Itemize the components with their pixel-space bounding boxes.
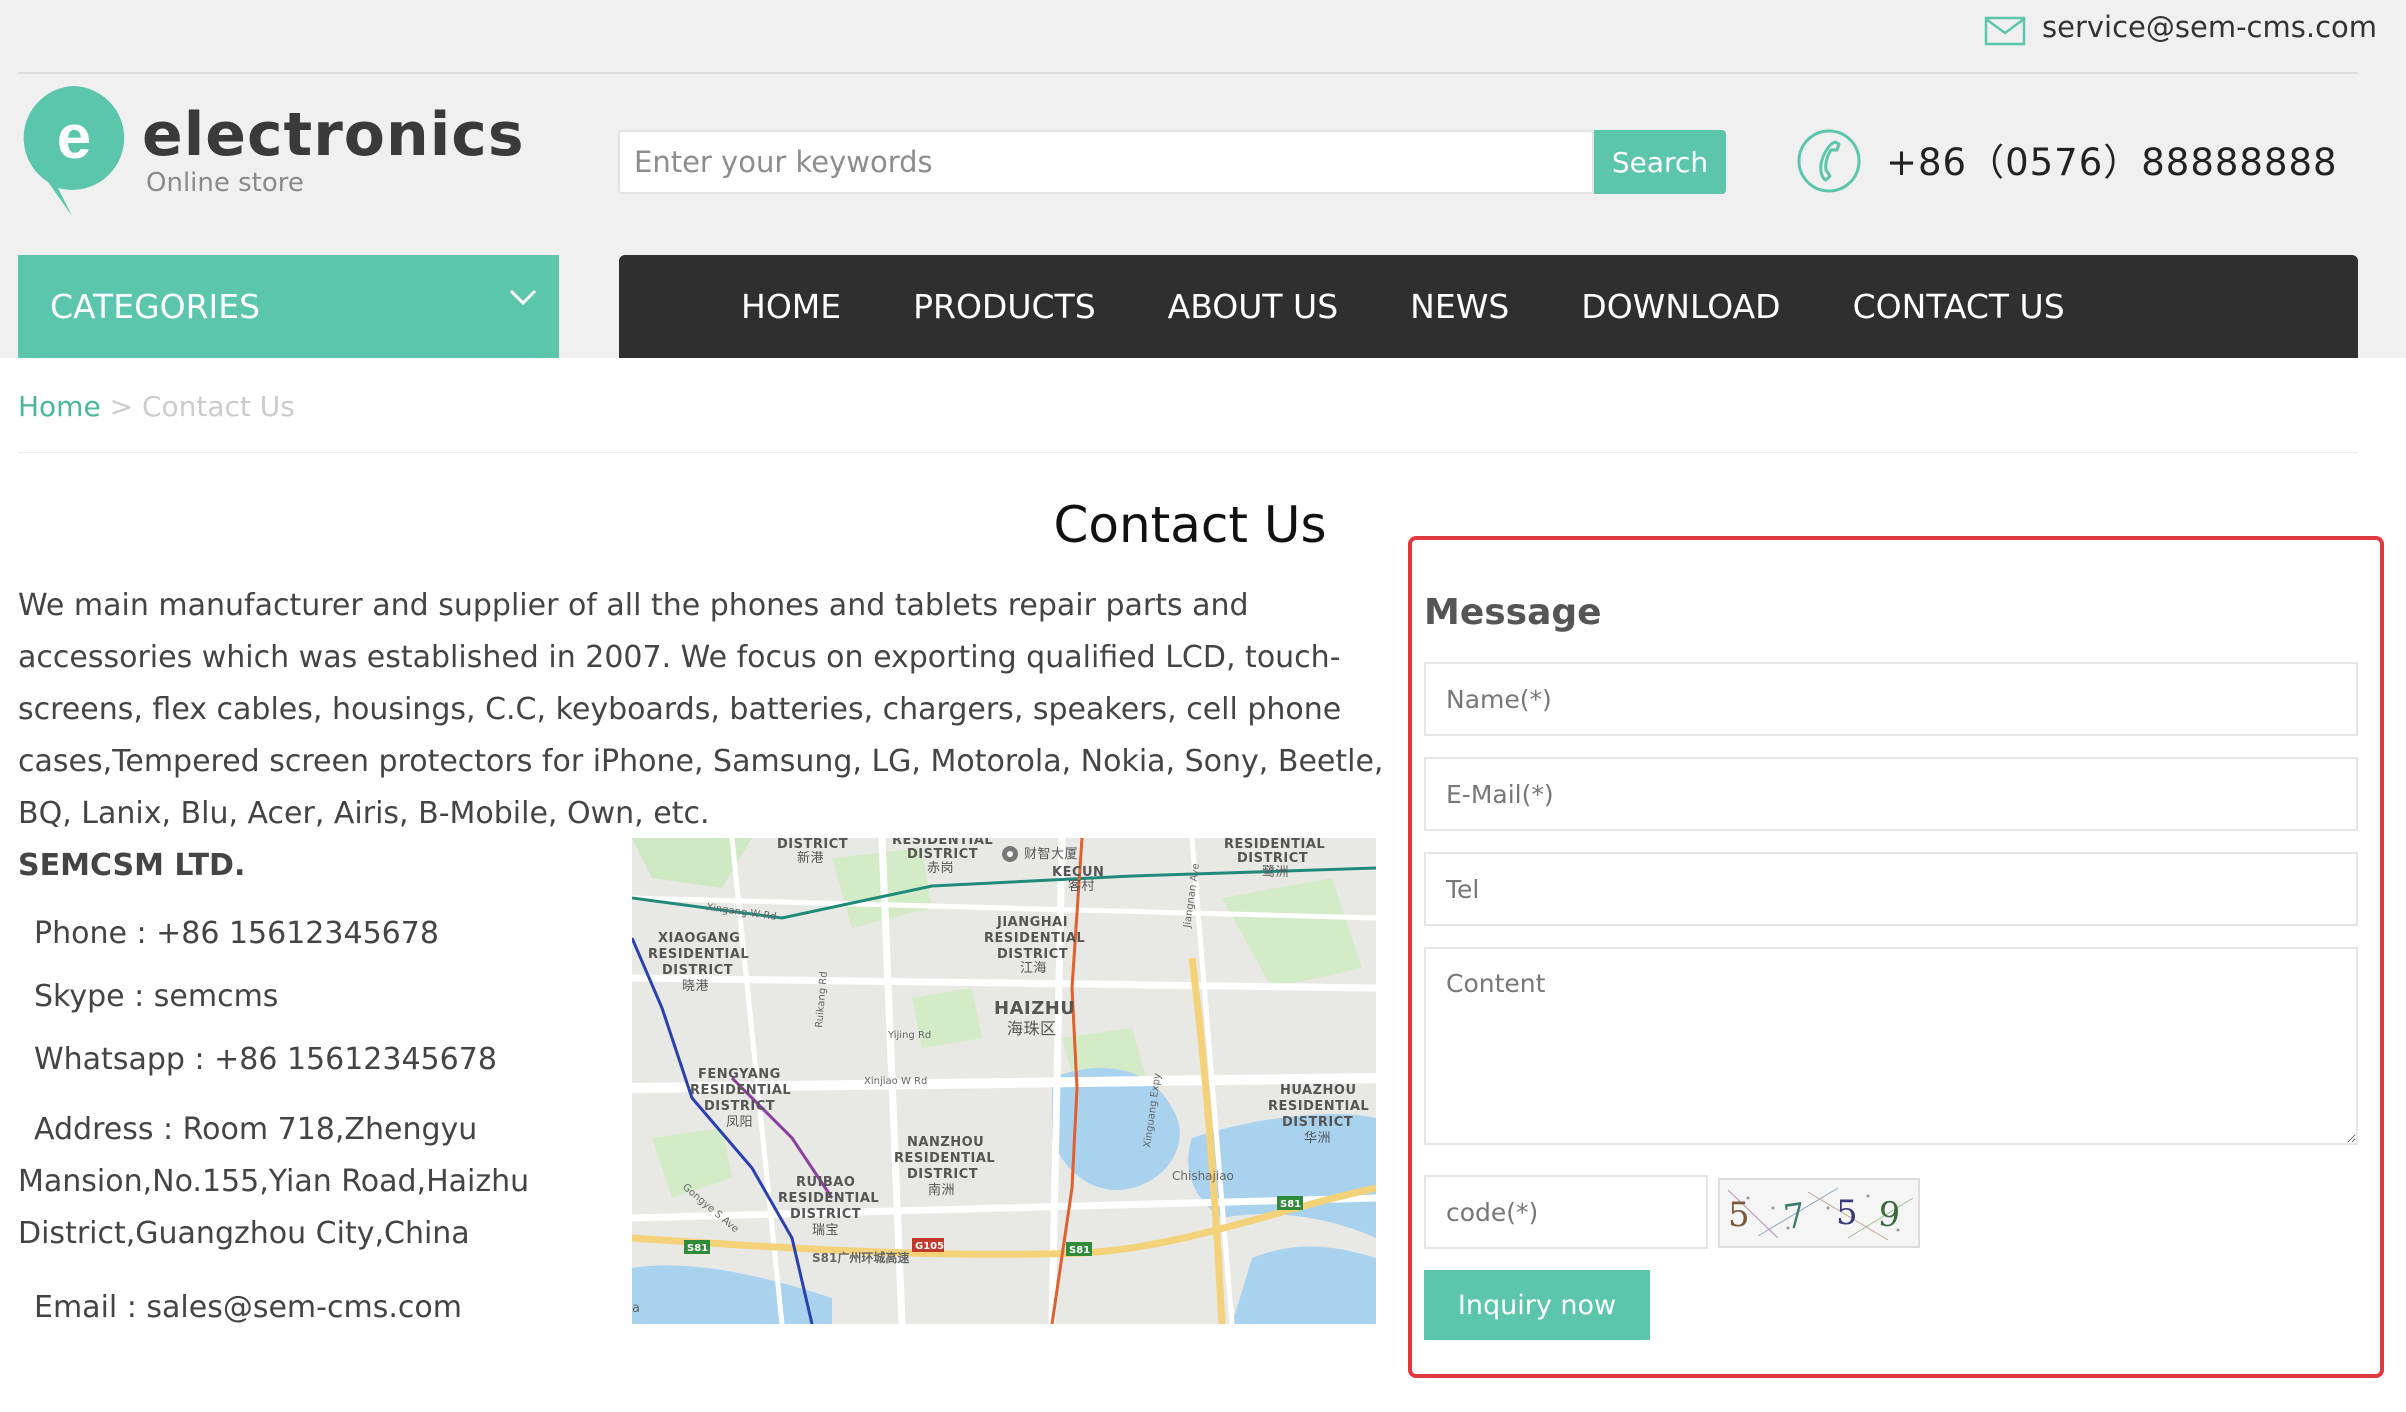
map-label: KECUN	[1052, 865, 1104, 880]
phone-icon	[1797, 129, 1861, 193]
nav-products[interactable]: PRODUCTS	[913, 287, 1096, 326]
name-field[interactable]	[1424, 662, 2358, 736]
map-label: DISTRICT	[907, 847, 978, 862]
captcha-code-field[interactable]	[1424, 1175, 1708, 1249]
map-label: DISTRICT	[997, 947, 1068, 962]
logo-letter: e	[57, 103, 91, 172]
map-label: 客村	[1068, 878, 1095, 894]
map-label: 南洲	[928, 1182, 955, 1198]
email-field[interactable]	[1424, 757, 2358, 831]
company-name: SEMCSM LTD.	[18, 848, 246, 883]
contact-skype: Skype : semcms	[34, 979, 279, 1014]
location-map[interactable]: DISTRICT 新港 RESIDENTIAL DISTRICT 赤岗 财智大厦…	[632, 838, 1376, 1324]
nav-download[interactable]: DOWNLOAD	[1581, 287, 1780, 326]
breadcrumb-divider	[18, 452, 2358, 453]
map-road-label: Chishajiao	[1172, 1169, 1234, 1183]
map-label: RESIDENTIAL	[1268, 1099, 1369, 1114]
map-label: DISTRICT	[907, 1167, 978, 1182]
main-navigation: HOME PRODUCTS ABOUT US NEWS DOWNLOAD CON…	[619, 255, 2358, 358]
logo-icon[interactable]: e	[18, 82, 130, 218]
map-label: RESIDENTIAL	[778, 1191, 879, 1206]
tel-field[interactable]	[1424, 852, 2358, 926]
map-label: 江海	[1020, 961, 1047, 976]
inquiry-submit-button[interactable]: Inquiry now	[1424, 1270, 1650, 1340]
map-label: HUAZHOU	[1280, 1083, 1357, 1098]
categories-label: CATEGORIES	[50, 287, 261, 326]
form-title: Message	[1424, 592, 1602, 633]
map-label: 瑞宝	[812, 1223, 839, 1238]
map-label: RESIDENTIAL	[690, 1083, 791, 1098]
map-road-label: S81广州环城高速	[812, 1250, 909, 1265]
map-label: RUIBAO	[796, 1175, 855, 1190]
map-label: RESIDENTIAL	[648, 947, 749, 962]
map-label: JIANGHAI	[996, 915, 1068, 930]
map-label: 海珠区	[1007, 1019, 1057, 1038]
nav-about-us[interactable]: ABOUT US	[1168, 287, 1339, 326]
top-divider	[18, 72, 2358, 74]
brand-name[interactable]: electronics	[142, 100, 525, 170]
map-label: NANZHOU	[907, 1135, 984, 1150]
highway-shield: S81	[687, 1243, 708, 1254]
header-phone-number: +86（0576）88888888	[1886, 141, 2338, 184]
map-label: RESIDENTIAL	[1224, 838, 1325, 852]
map-label: 凤阳	[726, 1115, 753, 1130]
map-road-label: a	[632, 1301, 640, 1316]
map-label: 华洲	[1304, 1131, 1331, 1146]
map-label: DISTRICT	[704, 1099, 775, 1114]
search-input[interactable]	[618, 130, 1594, 194]
content-field[interactable]	[1424, 947, 2358, 1145]
captcha-digit: 5	[1728, 1195, 1750, 1235]
search-button[interactable]: Search	[1594, 130, 1726, 194]
map-road-label: Xinjiao W Rd	[864, 1076, 927, 1087]
map-label: 赤岗	[927, 861, 954, 876]
breadcrumb-separator: >	[109, 390, 134, 423]
map-label: DISTRICT	[790, 1207, 861, 1222]
map-label: XIAOGANG	[658, 931, 740, 946]
highway-shield: S81	[1280, 1199, 1301, 1210]
contact-address: Address : Room 718,Zhengyu Mansion,No.15…	[18, 1112, 530, 1251]
contact-email: Email : sales@sem-cms.com	[34, 1290, 462, 1325]
map-label: 晓港	[682, 979, 709, 994]
nav-news[interactable]: NEWS	[1410, 287, 1509, 326]
breadcrumb-home-link[interactable]: Home	[18, 390, 101, 423]
contact-phone: Phone : +86 15612345678	[34, 916, 439, 951]
map-label: HAIZHU	[994, 998, 1075, 1019]
categories-dropdown[interactable]: CATEGORIES	[18, 255, 559, 358]
highway-shield: G105	[915, 1241, 944, 1252]
map-label: DISTRICT	[1282, 1115, 1353, 1130]
breadcrumb-current: Contact Us	[141, 390, 295, 423]
company-intro-text: We main manufacturer and supplier of all…	[18, 588, 1384, 831]
captcha-digit: 5	[1836, 1193, 1858, 1233]
breadcrumb: Home > Contact Us	[18, 390, 295, 423]
map-road-label: Yijing Rd	[887, 1030, 931, 1041]
map-label: RESIDENTIAL	[894, 1151, 995, 1166]
map-label: 财智大厦	[1024, 847, 1078, 862]
highway-shield: S81	[1069, 1245, 1090, 1256]
mail-icon	[1984, 16, 2026, 46]
map-label: DISTRICT	[1237, 851, 1308, 866]
map-label: RESIDENTIAL	[984, 931, 1085, 946]
map-label: FENGYANG	[698, 1067, 781, 1082]
nav-home[interactable]: HOME	[741, 287, 841, 326]
map-pin-icon	[1002, 846, 1018, 862]
brand-tagline: Online store	[146, 168, 304, 198]
map-label: DISTRICT	[662, 963, 733, 978]
map-label: 鹭洲	[1262, 864, 1289, 880]
chevron-down-icon	[509, 289, 537, 306]
topbar-email-link[interactable]: service@sem-cms.com	[2042, 10, 2377, 44]
nav-contact-us[interactable]: CONTACT US	[1853, 287, 2065, 326]
captcha-digit: 9	[1876, 1194, 1902, 1236]
captcha-image[interactable]: 5 7 5 9	[1718, 1178, 1920, 1248]
contact-whatsapp: Whatsapp : +86 15612345678	[34, 1042, 497, 1077]
map-label: 新港	[797, 850, 824, 866]
map-label: DISTRICT	[777, 838, 848, 852]
